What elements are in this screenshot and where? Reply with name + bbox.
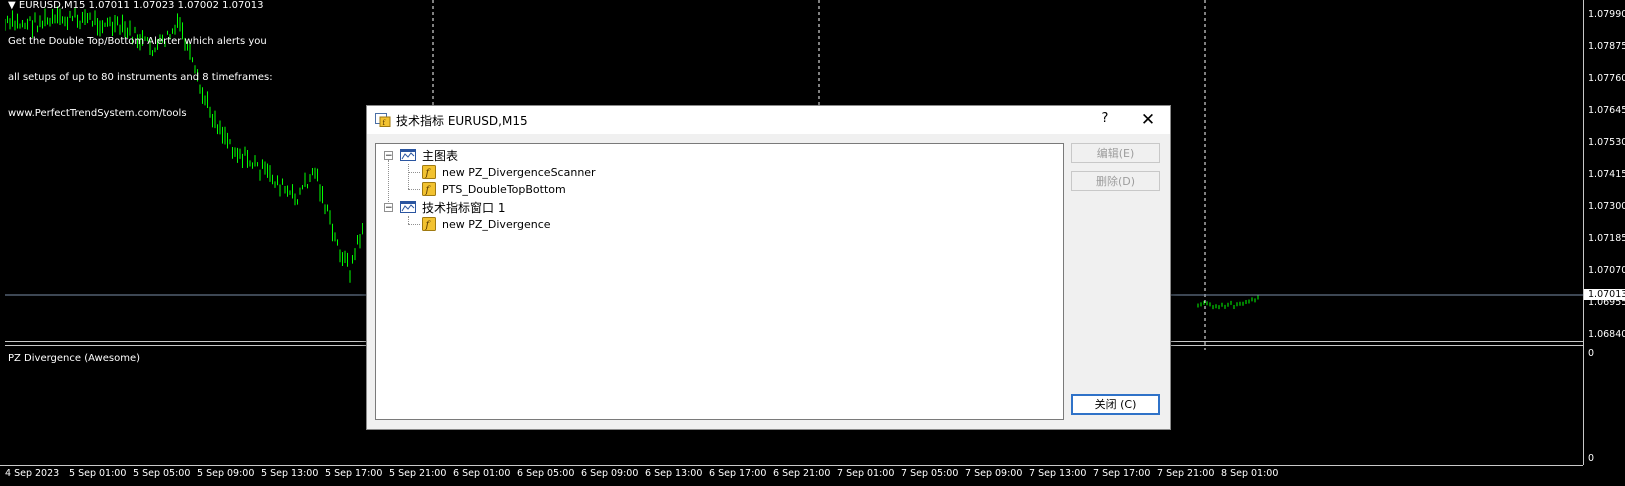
indicator-function-icon: f (422, 182, 436, 196)
close-button[interactable]: 关闭 (C) (1071, 394, 1160, 415)
time-tick-label: 6 Sep 09:00 (581, 468, 639, 479)
time-tick-label: 5 Sep 17:00 (325, 468, 383, 479)
tree-item-indicator[interactable]: f new PZ_Divergence (422, 216, 551, 232)
time-tick-label: 5 Sep 05:00 (133, 468, 191, 479)
price-tick-label: 1.07185 (1588, 233, 1625, 244)
note-line: www.PerfectTrendSystem.com/tools (8, 108, 187, 119)
indicator-function-icon: f (422, 165, 436, 179)
chart-window-icon (400, 201, 416, 213)
note-line: Get the Double Top/Bottom Alerter which … (8, 36, 267, 47)
dialog-title: 技术指标 EURUSD,M15 (396, 114, 528, 128)
time-tick-label: 6 Sep 17:00 (709, 468, 767, 479)
edit-button[interactable]: 编辑(E) (1071, 143, 1160, 163)
price-tick-label: 1.07070 (1588, 265, 1625, 276)
price-tick-label: 1.07300 (1588, 201, 1625, 212)
tree-item-label: PTS_DoubleTopBottom (442, 182, 566, 196)
indicator-axis-label: 0 (1588, 453, 1595, 464)
price-tick-label: 1.06840 (1588, 329, 1625, 340)
indicator-axis-label: 0 (1588, 348, 1595, 359)
time-tick-label: 6 Sep 13:00 (645, 468, 703, 479)
indicator-title: PZ Divergence (Awesome) (8, 353, 141, 364)
tree-node-label: 技术指标窗口 1 (422, 200, 506, 215)
time-tick-label: 7 Sep 13:00 (1029, 468, 1087, 479)
indicator-function-icon: f (422, 217, 436, 231)
price-tick-label: 1.07990 (1588, 9, 1625, 20)
price-tick-label: 1.07645 (1588, 105, 1625, 116)
time-tick-label: 6 Sep 05:00 (517, 468, 575, 479)
current-price-label: 1.07013 (1584, 289, 1625, 300)
chart-window-icon (400, 149, 416, 161)
collapse-main-chart-toggle[interactable]: − (384, 151, 393, 161)
time-tick-label: 7 Sep 05:00 (901, 468, 959, 479)
price-tick-label: 1.07875 (1588, 41, 1625, 52)
time-tick-label: 7 Sep 01:00 (837, 468, 895, 479)
time-tick-label: 6 Sep 21:00 (773, 468, 831, 479)
tree-node-label: 主图表 (422, 148, 459, 163)
time-tick-label: 5 Sep 21:00 (389, 468, 447, 479)
tree-item-indicator[interactable]: f PTS_DoubleTopBottom (422, 181, 566, 197)
help-button[interactable]: ? (1095, 111, 1115, 129)
time-tick-label: 7 Sep 09:00 (965, 468, 1023, 479)
time-tick-label: 6 Sep 01:00 (453, 468, 511, 479)
time-tick-label: 5 Sep 09:00 (197, 468, 255, 479)
tree-node-main-chart[interactable]: 主图表 (400, 147, 458, 163)
collapse-subwindow-toggle[interactable]: − (384, 203, 393, 213)
time-tick-label: 7 Sep 17:00 (1093, 468, 1151, 479)
tree-item-label: new PZ_DivergenceScanner (442, 165, 596, 179)
time-tick-label: 5 Sep 13:00 (261, 468, 319, 479)
time-tick-label: 8 Sep 01:00 (1221, 468, 1279, 479)
delete-button[interactable]: 删除(D) (1071, 171, 1160, 191)
time-tick-label: 4 Sep 2023 (5, 468, 60, 479)
price-tick-label: 1.07760 (1588, 73, 1625, 84)
time-tick-label: 7 Sep 21:00 (1157, 468, 1215, 479)
price-tick-label: 1.07415 (1588, 169, 1625, 180)
tree-item-label: new PZ_Divergence (442, 217, 551, 231)
note-line: all setups of up to 80 instruments and 8… (8, 72, 273, 83)
indicators-dialog: f 技术指标 EURUSD,M15 ? ✕ − 主图表 f new PZ_Div… (366, 105, 1171, 430)
chart-note: Get the Double Top/Bottom Alerter which … (8, 12, 273, 144)
time-tick-label: 5 Sep 01:00 (69, 468, 127, 479)
dialog-titlebar[interactable]: f 技术指标 EURUSD,M15 ? ✕ (367, 106, 1170, 134)
close-icon[interactable]: ✕ (1137, 110, 1159, 130)
tree-item-indicator[interactable]: f new PZ_DivergenceScanner (422, 164, 596, 180)
chart-header: ▼ EURUSD,M15 1.07011 1.07023 1.07002 1.0… (8, 0, 264, 11)
indicator-tree[interactable]: − 主图表 f new PZ_DivergenceScanner f PTS_D… (375, 143, 1064, 420)
price-tick-label: 1.07530 (1588, 137, 1625, 148)
indicators-window-icon: f (375, 113, 391, 127)
tree-node-subwindow[interactable]: 技术指标窗口 1 (400, 199, 505, 215)
